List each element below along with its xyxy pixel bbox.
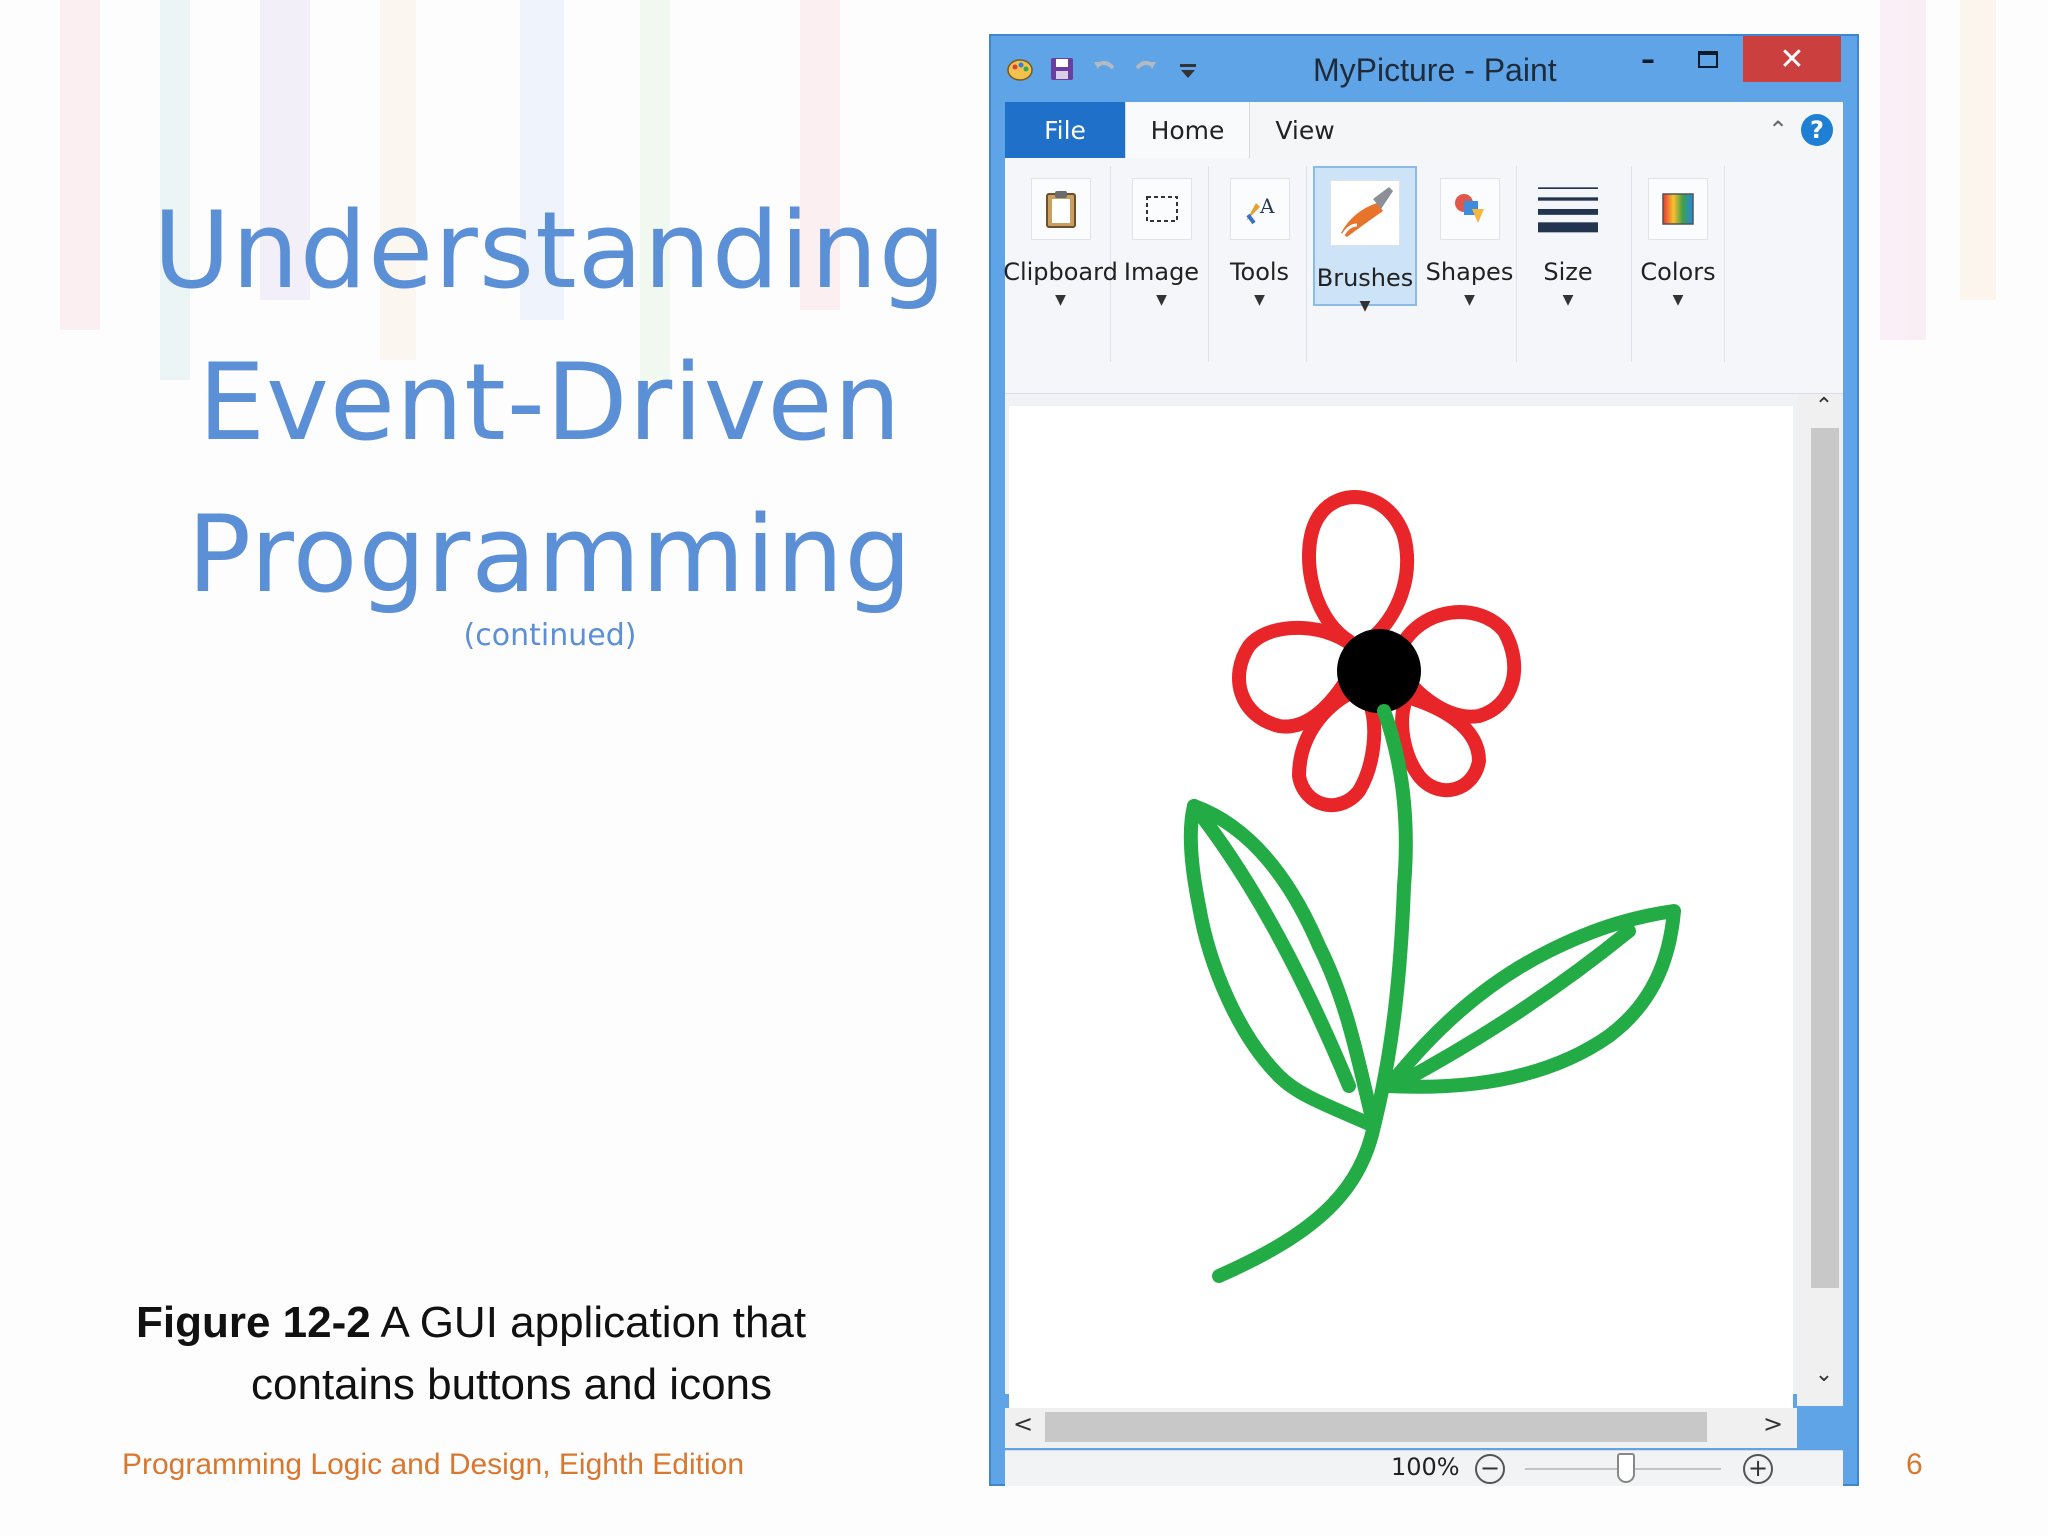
help-icon[interactable]: ? bbox=[1801, 114, 1833, 146]
figure-caption: Figure 12-2 A GUI application that conta… bbox=[136, 1292, 916, 1416]
ribbon-label: Clipboard bbox=[1003, 258, 1118, 286]
dropdown-arrow-icon: ▼ bbox=[1672, 292, 1684, 308]
scroll-left-icon[interactable]: < bbox=[1013, 1410, 1033, 1438]
dropdown-arrow-icon: ▼ bbox=[1156, 292, 1167, 308]
dropdown-arrow-icon: ▼ bbox=[1055, 292, 1066, 308]
minimize-button[interactable]: – bbox=[1623, 36, 1673, 82]
caption-figure-number: Figure 12-2 bbox=[136, 1298, 371, 1347]
customize-toolbar-icon[interactable] bbox=[1173, 54, 1203, 84]
ribbon-label: Tools bbox=[1229, 258, 1290, 286]
quick-access-toolbar bbox=[1005, 52, 1215, 86]
ribbon-group-clipboard[interactable]: Clipboard ▼ bbox=[1003, 166, 1118, 362]
ribbon-group-shapes[interactable]: Shapes ▼ bbox=[1423, 166, 1517, 362]
ribbon-label: Brushes bbox=[1316, 264, 1414, 292]
slide-subtitle: (continued) bbox=[463, 618, 637, 653]
scroll-up-icon[interactable]: ⌃ bbox=[1809, 394, 1839, 419]
title-bar: MyPicture - Paint – ✕ bbox=[991, 36, 1857, 102]
scroll-right-icon[interactable]: > bbox=[1763, 1410, 1783, 1438]
zoom-in-button[interactable]: + bbox=[1743, 1454, 1773, 1484]
slide-title: Understanding Event-Driven Programming bbox=[130, 175, 970, 631]
menu-bar: File Home View ⌃ ? bbox=[1005, 102, 1843, 158]
title-line-3: Programming bbox=[187, 493, 913, 616]
vertical-scroll-thumb[interactable] bbox=[1811, 428, 1839, 1288]
ribbon-label: Size bbox=[1543, 258, 1593, 286]
shapes-icon bbox=[1439, 178, 1500, 240]
window-title: MyPicture - Paint bbox=[1313, 52, 1557, 88]
paint-app-icon[interactable] bbox=[1005, 54, 1035, 84]
zoom-out-button[interactable]: − bbox=[1475, 1454, 1505, 1484]
maximize-icon bbox=[1698, 50, 1718, 68]
drawing-canvas[interactable] bbox=[1009, 406, 1793, 1430]
select-icon bbox=[1131, 178, 1192, 240]
redo-icon[interactable] bbox=[1131, 54, 1161, 84]
canvas-area: ⌃ ⌄ bbox=[1005, 394, 1843, 1430]
status-bar: 100% − + bbox=[1005, 1450, 1843, 1486]
tab-file[interactable]: File bbox=[1005, 102, 1125, 158]
zoom-slider-thumb[interactable] bbox=[1617, 1453, 1635, 1483]
ribbon: Clipboard ▼ Image ▼ A Tools ▼ Brushes ▼ bbox=[1003, 158, 1843, 394]
undo-icon[interactable] bbox=[1089, 54, 1119, 84]
tab-home[interactable]: Home bbox=[1125, 102, 1250, 158]
scroll-down-icon[interactable]: ⌄ bbox=[1809, 1362, 1839, 1387]
dropdown-arrow-icon: ▼ bbox=[1254, 292, 1265, 308]
dropdown-arrow-icon: ▼ bbox=[1562, 292, 1574, 308]
title-line-2: Event-Driven bbox=[198, 341, 902, 464]
ribbon-label: Shapes bbox=[1425, 258, 1514, 286]
clipboard-icon bbox=[1030, 178, 1091, 240]
tools-icon: A bbox=[1229, 178, 1290, 240]
page-number: 6 bbox=[1906, 1448, 1923, 1481]
save-icon[interactable] bbox=[1047, 54, 1077, 84]
ribbon-label: Colors bbox=[1640, 258, 1716, 286]
ribbon-group-image[interactable]: Image ▼ bbox=[1115, 166, 1209, 362]
caption-text-2: contains buttons and icons bbox=[251, 1360, 773, 1409]
ribbon-group-colors[interactable]: Colors ▼ bbox=[1631, 166, 1725, 362]
ribbon-group-tools[interactable]: A Tools ▼ bbox=[1213, 166, 1307, 362]
dropdown-arrow-icon: ▼ bbox=[1464, 292, 1475, 308]
maximize-button[interactable] bbox=[1683, 36, 1733, 82]
flower-stem-leaves bbox=[1183, 704, 1681, 1283]
horizontal-scrollbar[interactable]: < > bbox=[1005, 1408, 1797, 1448]
ribbon-group-size[interactable]: Size ▼ bbox=[1521, 166, 1615, 362]
horizontal-scroll-thumb[interactable] bbox=[1045, 1412, 1707, 1442]
zoom-level: 100% bbox=[1391, 1453, 1460, 1481]
flower-center bbox=[1337, 629, 1421, 713]
collapse-ribbon-icon[interactable]: ⌃ bbox=[1763, 110, 1793, 150]
close-button[interactable]: ✕ bbox=[1743, 36, 1841, 82]
brush-icon bbox=[1330, 180, 1400, 246]
svg-text:A: A bbox=[1259, 194, 1275, 218]
tab-view[interactable]: View bbox=[1255, 102, 1355, 158]
colors-icon bbox=[1648, 178, 1708, 240]
ribbon-group-brushes[interactable]: Brushes ▼ bbox=[1313, 166, 1417, 314]
paint-window: MyPicture - Paint – ✕ File Home View ⌃ ?… bbox=[989, 34, 1859, 1486]
slide-footer: Programming Logic and Design, Eighth Edi… bbox=[122, 1448, 745, 1481]
ribbon-label: Image bbox=[1123, 258, 1200, 286]
vertical-scrollbar[interactable]: ⌃ ⌄ bbox=[1797, 394, 1843, 1406]
title-line-1: Understanding bbox=[153, 189, 947, 312]
size-icon bbox=[1538, 178, 1598, 240]
dropdown-arrow-icon: ▼ bbox=[1359, 298, 1371, 314]
caption-text-1: A GUI application that bbox=[370, 1298, 807, 1347]
